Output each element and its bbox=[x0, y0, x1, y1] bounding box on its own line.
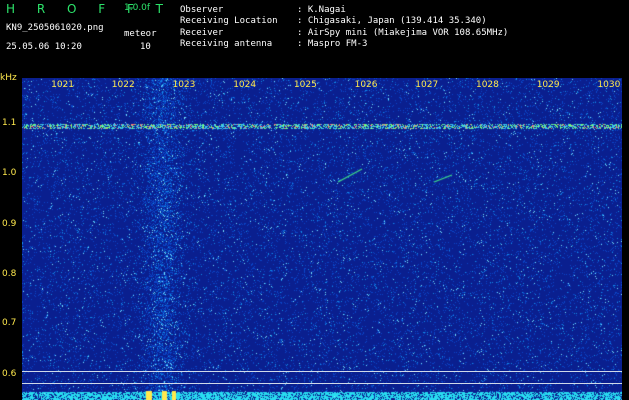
x-tick-label: 1028 bbox=[475, 80, 499, 90]
antenna-value: : Maspro FM-3 bbox=[297, 39, 368, 49]
receiver-value: : AirSpy mini (Miakejima VOR 108.65MHz) bbox=[297, 28, 509, 38]
meteor-count: 10 bbox=[140, 42, 151, 52]
spectrogram bbox=[22, 78, 622, 400]
x-tick-label: 1023 bbox=[172, 80, 196, 90]
antenna-label: Receiving antenna bbox=[180, 39, 273, 49]
location-value: : Chigasaki, Japan (139.414 35.340) bbox=[297, 16, 487, 26]
y-axis-unit: kHz bbox=[0, 73, 17, 83]
receiver-label: Receiver bbox=[180, 28, 224, 38]
x-tick-label: 1029 bbox=[536, 80, 560, 90]
x-tick-label: 1025 bbox=[293, 80, 317, 90]
x-tick-label: 1021 bbox=[51, 80, 74, 90]
y-tick-label: 0.6 bbox=[2, 369, 17, 379]
app-version: 1.0.0f bbox=[124, 3, 151, 13]
x-tick-label: 1030 bbox=[597, 80, 621, 90]
header-panel: H R O F F T 1.0.0f KN9_2505061020.png 25… bbox=[0, 0, 629, 75]
location-label: Receiving Location bbox=[180, 16, 278, 26]
observer-label: Observer bbox=[180, 5, 224, 15]
y-tick-label: 0.7 bbox=[2, 318, 17, 328]
x-tick-label: 1024 bbox=[233, 80, 257, 90]
y-tick-label: 1.0 bbox=[2, 168, 17, 178]
y-tick-label: 0.8 bbox=[2, 269, 17, 279]
date-time: 25.05.06 10:20 bbox=[6, 42, 82, 52]
spectrogram-canvas bbox=[22, 78, 622, 400]
y-tick-label: 0.9 bbox=[2, 219, 17, 229]
marker-line-upper bbox=[22, 371, 622, 372]
x-tick-label: 1027 bbox=[415, 80, 439, 90]
meteor-label: meteor bbox=[124, 29, 157, 39]
file-name: KN9_2505061020.png bbox=[6, 23, 104, 33]
x-tick-label: 1022 bbox=[111, 80, 135, 90]
marker-line-lower bbox=[22, 383, 622, 384]
x-tick-label: 1026 bbox=[354, 80, 378, 90]
observer-value: : K.Nagai bbox=[297, 5, 346, 15]
y-tick-label: 1.1 bbox=[2, 118, 17, 128]
